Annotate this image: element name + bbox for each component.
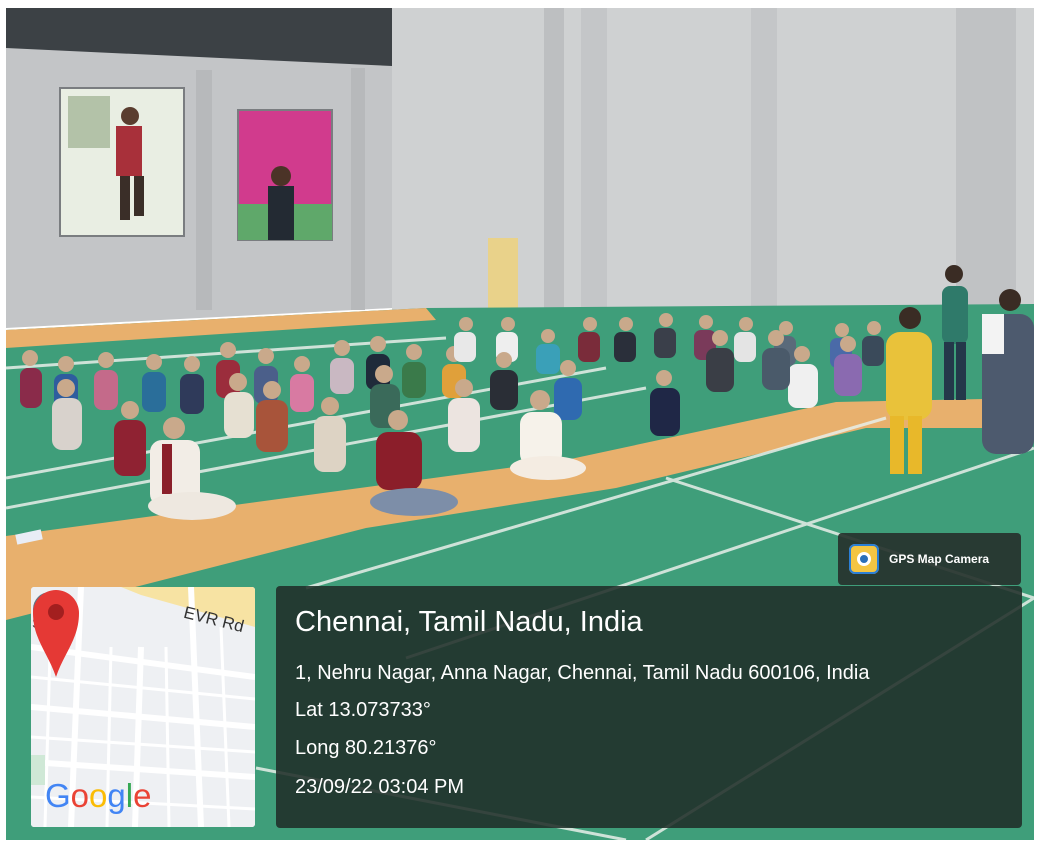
photo-frame: GPS Map Camera Chennai, Tamil Nadu, Indi… [0,0,1038,846]
door [488,238,518,314]
timestamp-line: 23/09/22 03:04 PM [295,776,465,798]
badminton-poster-left [59,87,185,237]
address-line: 1, Nehru Nagar, Anna Nagar, Chennai, Tam… [295,662,870,684]
gps-map-camera-badge: GPS Map Camera [838,533,1021,585]
app-name: GPS Map Camera [889,552,990,566]
location-info-panel: Chennai, Tamil Nadu, India 1, Nehru Naga… [276,586,1022,828]
longitude-line: Long 80.21376° [295,737,437,759]
latitude-line: Lat 13.073733° [295,699,431,721]
google-logo: Google [45,777,152,814]
badminton-poster-right [237,109,333,241]
mini-map: EVR Rd S Google [31,587,255,827]
gps-map-camera-icon [849,544,879,574]
place-name: Chennai, Tamil Nadu, India [295,606,643,638]
map-pin-icon [33,590,79,677]
